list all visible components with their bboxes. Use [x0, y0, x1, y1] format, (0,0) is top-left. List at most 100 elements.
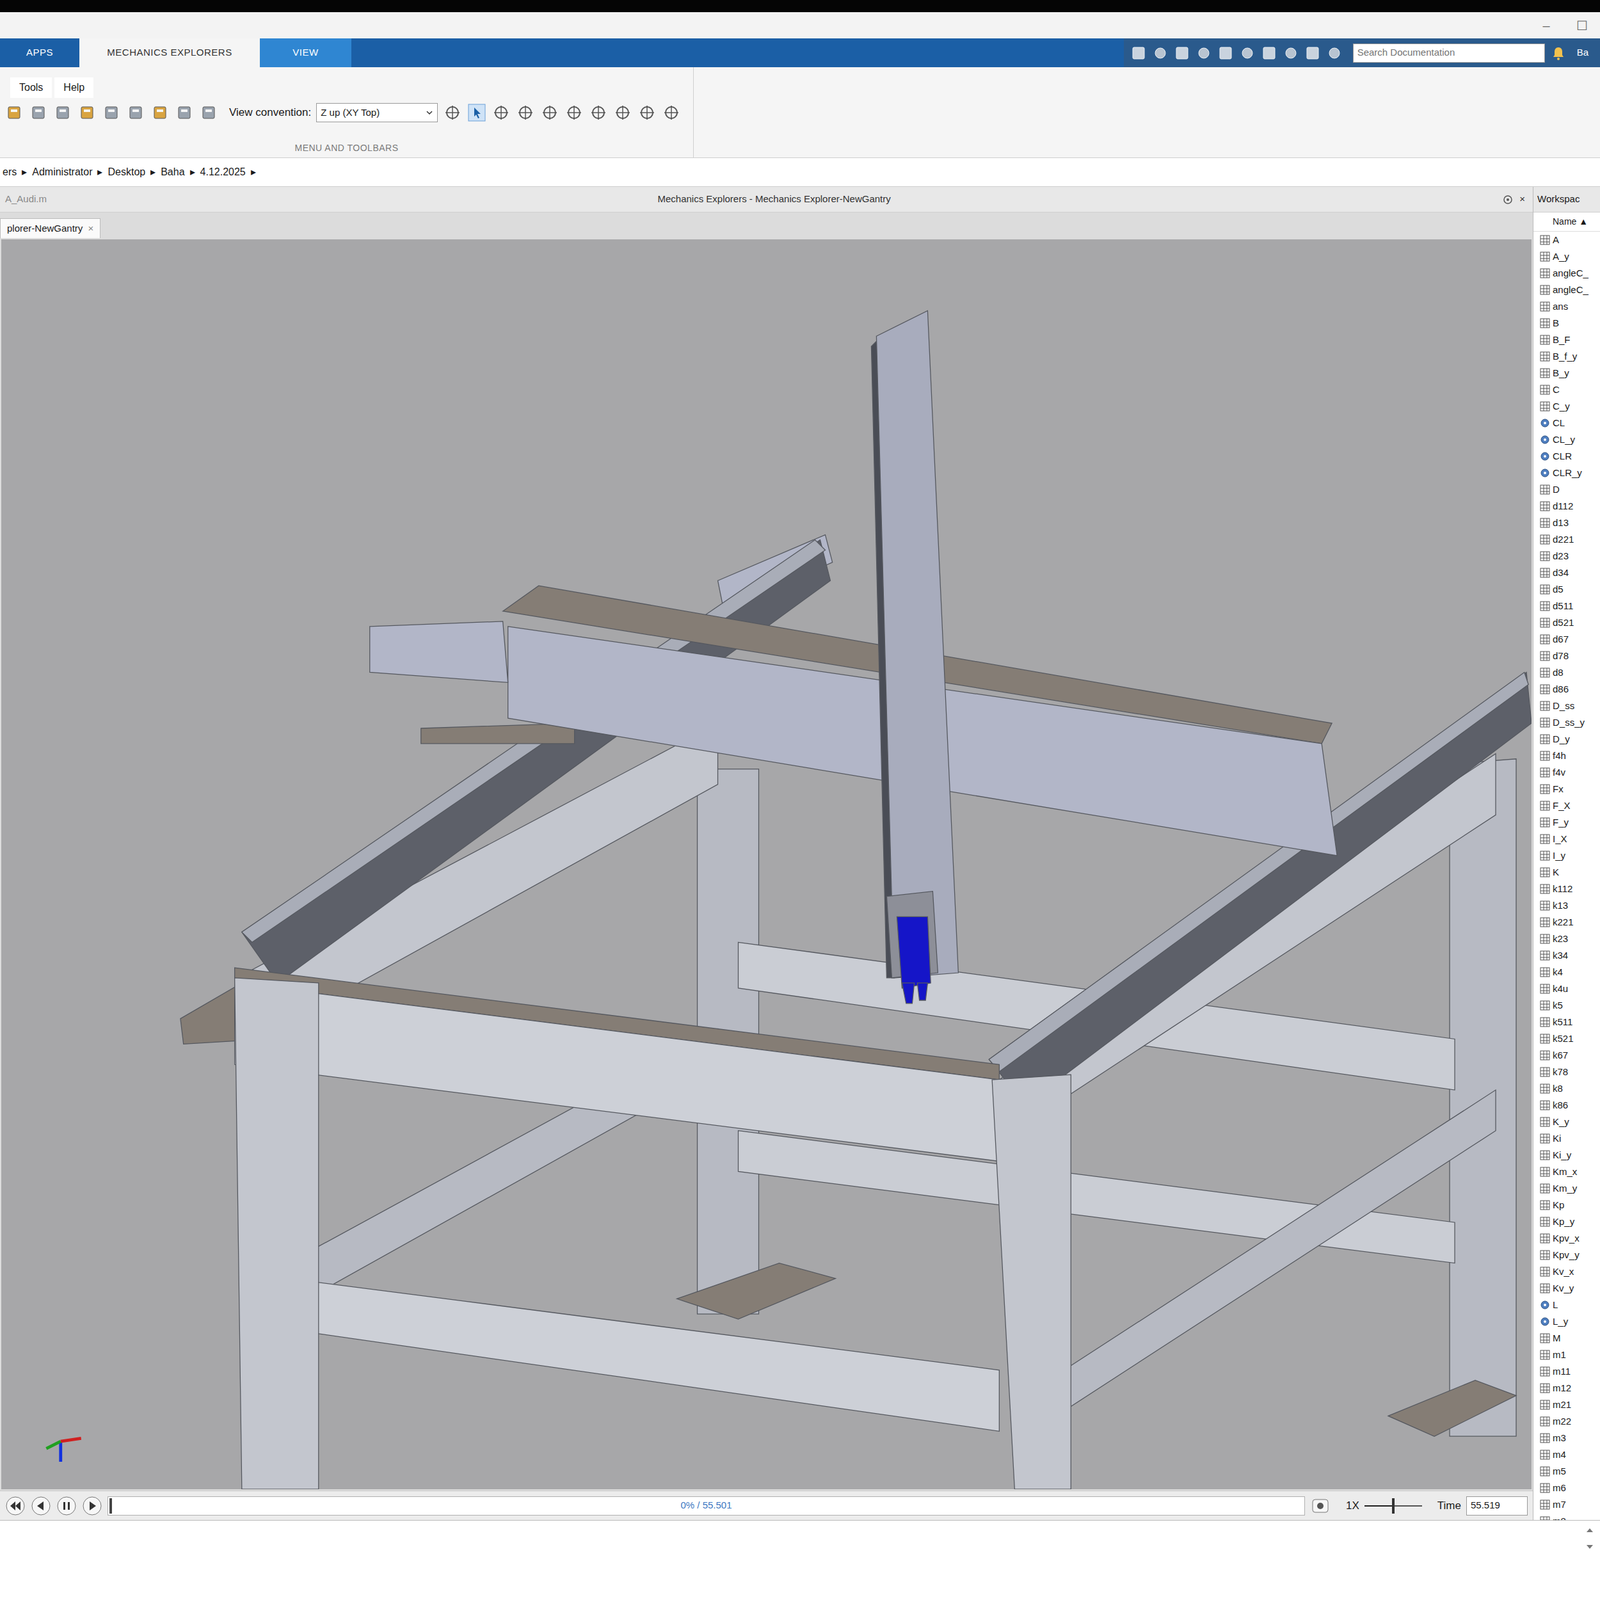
speed-slider[interactable]	[1364, 1498, 1423, 1514]
paste-icon[interactable]	[1195, 44, 1213, 62]
redo-icon[interactable]	[1239, 44, 1256, 62]
switch-window-icon[interactable]	[1260, 44, 1278, 62]
zoom-icon[interactable]	[564, 103, 584, 123]
copy-icon[interactable]	[1173, 44, 1191, 62]
workspace-variable[interactable]: B_f_y	[1533, 348, 1600, 365]
workspace-variable[interactable]: Km_x	[1533, 1163, 1600, 1181]
workspace-variable[interactable]: k86	[1533, 1096, 1600, 1114]
workspace-variable[interactable]: k67	[1533, 1047, 1600, 1064]
breadcrumb-item[interactable]: ers	[2, 164, 17, 180]
workspace-variable[interactable]: CL	[1533, 414, 1600, 432]
camera-icon[interactable]	[442, 103, 463, 123]
time-field[interactable]: 55.519	[1466, 1496, 1528, 1516]
split-vertical-icon[interactable]	[151, 103, 171, 123]
workspace-variable[interactable]: L_y	[1533, 1313, 1600, 1330]
workspace-variable[interactable]: Fx	[1533, 780, 1600, 798]
workspace-variable[interactable]: d221	[1533, 531, 1600, 548]
step-back-icon[interactable]	[30, 1495, 52, 1517]
workspace-variable[interactable]: CLR	[1533, 448, 1600, 465]
roll-icon[interactable]	[515, 103, 536, 123]
panel-close-button[interactable]: ×	[1519, 192, 1526, 207]
breadcrumb-item[interactable]: 4.12.2025	[200, 164, 246, 180]
workspace-variable[interactable]: k221	[1533, 913, 1600, 931]
cut-icon[interactable]	[1152, 44, 1169, 62]
workspace-variable[interactable]: m22	[1533, 1413, 1600, 1430]
workspace-variable[interactable]: M	[1533, 1329, 1600, 1347]
help-icon[interactable]	[1304, 44, 1321, 62]
maximize-button[interactable]: ☐	[1564, 16, 1600, 36]
print-icon[interactable]	[78, 103, 98, 123]
workspace-variable[interactable]: d67	[1533, 631, 1600, 648]
workspace-variable[interactable]: d511	[1533, 597, 1600, 615]
breadcrumb-item[interactable]: Baha	[160, 164, 185, 180]
breadcrumb-item[interactable]: Desktop	[107, 164, 146, 180]
workspace-variable[interactable]: d86	[1533, 680, 1600, 698]
ribbon-tab[interactable]: APPS	[0, 38, 80, 68]
workspace-variable[interactable]: A_y	[1533, 248, 1600, 265]
workspace-variable[interactable]: m3	[1533, 1429, 1600, 1447]
render-icon[interactable]	[661, 103, 681, 123]
progress-thumb[interactable]	[109, 1498, 112, 1514]
workspace-variable[interactable]: k521	[1533, 1030, 1600, 1048]
workspace-variable[interactable]: m8	[1533, 1512, 1600, 1520]
workspace-variable[interactable]: f4v	[1533, 764, 1600, 781]
workspace-variable[interactable]: m21	[1533, 1396, 1600, 1414]
workspace-variable[interactable]: angleC_	[1533, 264, 1600, 282]
add-view-icon[interactable]	[175, 103, 195, 123]
command-window[interactable]	[0, 1520, 1600, 1600]
split-horizontal-icon[interactable]	[126, 103, 146, 123]
workspace-variable[interactable]: D_ss_y	[1533, 714, 1600, 731]
snapshot-icon[interactable]	[102, 103, 122, 123]
workspace-variable[interactable]: Kp	[1533, 1196, 1600, 1214]
bell-icon[interactable]	[1550, 44, 1567, 62]
open-icon[interactable]	[5, 103, 25, 123]
workspace-variable[interactable]: m4	[1533, 1446, 1600, 1464]
undo-icon[interactable]	[1217, 44, 1234, 62]
ribbon-tab[interactable]: VIEW	[259, 38, 352, 68]
workspace-variable[interactable]: k5	[1533, 997, 1600, 1014]
workspace-variable[interactable]: d8	[1533, 664, 1600, 681]
minimize-button[interactable]: –	[1528, 16, 1565, 36]
pan-icon[interactable]	[540, 103, 560, 123]
workspace-variable[interactable]: Kpv_y	[1533, 1246, 1600, 1264]
workspace-variable[interactable]: k78	[1533, 1063, 1600, 1081]
speed-thumb[interactable]	[1392, 1498, 1395, 1514]
workspace-variable[interactable]: K_y	[1533, 1113, 1600, 1131]
workspace-variable[interactable]: C_y	[1533, 398, 1600, 415]
workspace-variable[interactable]: Km_y	[1533, 1180, 1600, 1197]
workspace-variable[interactable]: k112	[1533, 880, 1600, 898]
gantry-model[interactable]	[1, 239, 1532, 1490]
workspace-variable[interactable]: d5	[1533, 581, 1600, 598]
menu-item[interactable]: Help	[54, 77, 94, 98]
workspace-variable[interactable]: k4u	[1533, 980, 1600, 998]
workspace-variable[interactable]: d23	[1533, 547, 1600, 565]
workspace-variable[interactable]: m7	[1533, 1496, 1600, 1513]
remove-view-icon[interactable]	[199, 103, 219, 123]
community-icon[interactable]	[1326, 44, 1343, 62]
workspace-variable[interactable]: C	[1533, 381, 1600, 399]
workspace-variable[interactable]: K	[1533, 864, 1600, 881]
workspace-variable[interactable]: d13	[1533, 514, 1600, 532]
workspace-variable[interactable]: F_y	[1533, 814, 1600, 831]
workspace-variable[interactable]: k4	[1533, 963, 1600, 981]
workspace-variable[interactable]: m11	[1533, 1363, 1600, 1380]
workspace-variable[interactable]: m6	[1533, 1479, 1600, 1497]
workspace-variable[interactable]: D_y	[1533, 730, 1600, 748]
select-icon[interactable]	[467, 103, 487, 123]
workspace-variable[interactable]: k511	[1533, 1013, 1600, 1031]
workspace-variable[interactable]: D	[1533, 481, 1600, 498]
workspace-variable[interactable]: k13	[1533, 897, 1600, 914]
workspace-variable[interactable]: d112	[1533, 497, 1600, 515]
document-tab-close[interactable]: ×	[87, 221, 94, 237]
sphere-icon[interactable]	[637, 103, 657, 123]
menu-item[interactable]: Tools	[10, 77, 52, 98]
document-tab[interactable]: plorer-NewGantry×	[0, 218, 101, 239]
ribbon-tab[interactable]: MECHANICS EXPLORERS	[79, 38, 260, 68]
workspace-variable[interactable]: k23	[1533, 930, 1600, 948]
record-icon[interactable]	[1310, 1495, 1331, 1517]
workspace-variable[interactable]: angleC_	[1533, 281, 1600, 299]
workspace-variable[interactable]: F_X	[1533, 797, 1600, 815]
save-icon[interactable]	[1130, 44, 1147, 62]
workspace-variable[interactable]: CLR_y	[1533, 464, 1600, 482]
export-icon[interactable]	[53, 103, 73, 123]
